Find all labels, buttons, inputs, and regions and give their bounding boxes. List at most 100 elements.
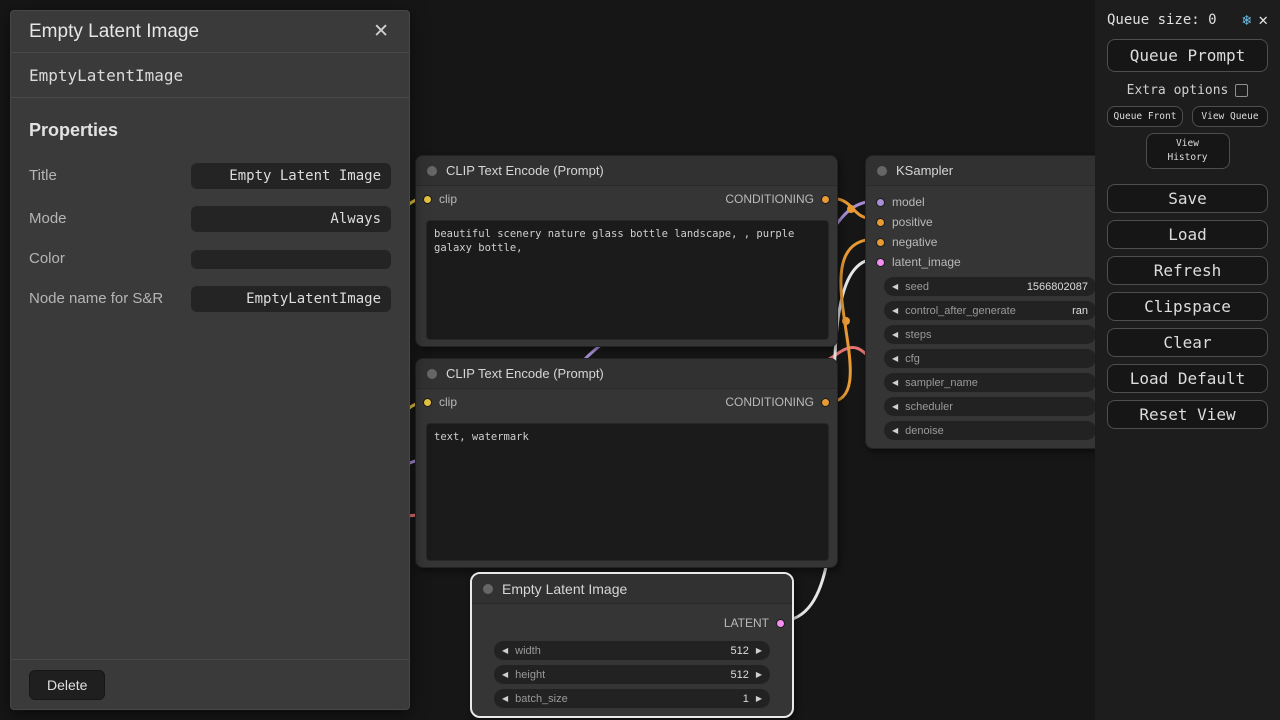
- decrement-icon[interactable]: ◀: [892, 403, 898, 411]
- dialog-title: Empty Latent Image: [29, 21, 367, 43]
- properties-section-title: Properties: [29, 120, 391, 141]
- collapse-dot-icon[interactable]: [877, 166, 887, 176]
- slot-row: clip CONDITIONING: [416, 389, 837, 415]
- increment-icon[interactable]: ▶: [756, 647, 762, 655]
- queue-front-button[interactable]: Queue Front: [1107, 106, 1183, 127]
- slot-label: LATENT: [724, 616, 769, 630]
- widget-steps[interactable]: ◀ steps: [884, 325, 1096, 344]
- decrement-icon[interactable]: ◀: [892, 379, 898, 387]
- negative-prompt-textarea[interactable]: text, watermark: [426, 423, 829, 561]
- slot-label: clip: [439, 192, 457, 206]
- widget-batch-size[interactable]: ◀ batch_size 1 ▶: [494, 689, 770, 708]
- reset-view-button[interactable]: Reset View: [1107, 400, 1268, 429]
- increment-icon[interactable]: ▶: [756, 671, 762, 679]
- node-class-name: EmptyLatentImage: [11, 53, 409, 98]
- input-dot-positive[interactable]: [876, 218, 885, 227]
- widget-denoise[interactable]: ◀ denoise: [884, 421, 1096, 440]
- widget-scheduler[interactable]: ◀ scheduler: [884, 397, 1096, 416]
- field-label: Title: [29, 166, 177, 186]
- input-slot-positive[interactable]: positive: [866, 212, 1114, 232]
- decrement-icon[interactable]: ◀: [892, 283, 898, 291]
- input-dot-clip[interactable]: [423, 195, 432, 204]
- slot-label: model: [892, 195, 925, 209]
- widget-name: width: [515, 645, 541, 657]
- decrement-icon[interactable]: ◀: [892, 427, 898, 435]
- widget-sampler-name[interactable]: ◀ sampler_name: [884, 373, 1096, 392]
- view-history-button[interactable]: View History: [1146, 133, 1230, 169]
- color-field[interactable]: [191, 250, 391, 269]
- output-dot-latent[interactable]: [776, 619, 785, 628]
- decrement-icon[interactable]: ◀: [892, 331, 898, 339]
- widget-value: 512: [730, 669, 748, 681]
- node-header[interactable]: Empty Latent Image: [472, 574, 792, 604]
- settings-snowflake-icon[interactable]: ❄: [1242, 11, 1251, 29]
- refresh-button[interactable]: Refresh: [1107, 256, 1268, 285]
- field-row-color: Color: [29, 249, 391, 269]
- input-dot-negative[interactable]: [876, 238, 885, 247]
- decrement-icon[interactable]: ◀: [502, 647, 508, 655]
- input-dot-latent-image[interactable]: [876, 258, 885, 267]
- node-header[interactable]: CLIP Text Encode (Prompt): [416, 359, 837, 389]
- widget-name: scheduler: [905, 401, 953, 413]
- view-queue-button[interactable]: View Queue: [1192, 106, 1268, 127]
- decrement-icon[interactable]: ◀: [892, 355, 898, 363]
- input-slot-clip[interactable]: clip: [423, 395, 457, 409]
- output-dot-conditioning[interactable]: [821, 398, 830, 407]
- positive-prompt-textarea[interactable]: beautiful scenery nature glass bottle la…: [426, 220, 829, 340]
- output-slot-latent[interactable]: LATENT: [472, 610, 792, 636]
- collapse-dot-icon[interactable]: [427, 369, 437, 379]
- queue-actions-row: Queue Front View Queue: [1107, 106, 1268, 127]
- load-default-button[interactable]: Load Default: [1107, 364, 1268, 393]
- collapse-dot-icon[interactable]: [427, 166, 437, 176]
- mode-field[interactable]: [191, 206, 391, 232]
- node-name-field[interactable]: [191, 286, 391, 312]
- menu-buttons: Save Load Refresh Clipspace Clear Load D…: [1107, 184, 1268, 429]
- widget-seed[interactable]: ◀ seed 1566802087: [884, 277, 1096, 296]
- save-button[interactable]: Save: [1107, 184, 1268, 213]
- close-icon[interactable]: ✕: [1258, 10, 1268, 29]
- widget-width[interactable]: ◀ width 512 ▶: [494, 641, 770, 660]
- field-row-mode: Mode: [29, 206, 391, 232]
- node-empty-latent-image[interactable]: Empty Latent Image LATENT ◀ width 512 ▶ …: [470, 572, 794, 718]
- node-header[interactable]: CLIP Text Encode (Prompt): [416, 156, 837, 186]
- input-slot-clip[interactable]: clip: [423, 192, 457, 206]
- close-icon[interactable]: ✕: [367, 18, 395, 45]
- input-dot-model[interactable]: [876, 198, 885, 207]
- queue-size-label: Queue size: 0: [1107, 12, 1235, 28]
- collapse-dot-icon[interactable]: [483, 584, 493, 594]
- field-label: Color: [29, 249, 177, 269]
- extra-options-checkbox[interactable]: [1235, 84, 1248, 97]
- node-properties-dialog: Empty Latent Image ✕ EmptyLatentImage Pr…: [10, 10, 410, 710]
- output-slot-conditioning[interactable]: CONDITIONING: [725, 192, 830, 206]
- load-button[interactable]: Load: [1107, 220, 1268, 249]
- node-clip-text-encode-negative[interactable]: CLIP Text Encode (Prompt) clip CONDITION…: [415, 358, 838, 568]
- input-dot-clip[interactable]: [423, 398, 432, 407]
- node-clip-text-encode-positive[interactable]: CLIP Text Encode (Prompt) clip CONDITION…: [415, 155, 838, 347]
- widget-control-after-generate[interactable]: ◀ control_after_generate ran: [884, 301, 1096, 320]
- field-label: Node name for S&R: [29, 289, 177, 309]
- delete-button[interactable]: Delete: [29, 670, 105, 700]
- widget-value: ran: [1072, 305, 1088, 317]
- input-slot-negative[interactable]: negative: [866, 232, 1114, 252]
- node-header[interactable]: KSampler: [866, 156, 1114, 186]
- clipspace-button[interactable]: Clipspace: [1107, 292, 1268, 321]
- node-ksampler[interactable]: KSampler model positive negative latent_…: [865, 155, 1115, 449]
- queue-prompt-button[interactable]: Queue Prompt: [1107, 39, 1268, 72]
- output-slot-conditioning[interactable]: CONDITIONING: [725, 395, 830, 409]
- widget-name: denoise: [905, 425, 944, 437]
- slot-label: CONDITIONING: [725, 395, 814, 409]
- widget-height[interactable]: ◀ height 512 ▶: [494, 665, 770, 684]
- decrement-icon[interactable]: ◀: [892, 307, 898, 315]
- extra-options-label: Extra options: [1127, 83, 1229, 98]
- clear-button[interactable]: Clear: [1107, 328, 1268, 357]
- increment-icon[interactable]: ▶: [756, 695, 762, 703]
- input-slot-latent-image[interactable]: latent_image: [866, 252, 1114, 272]
- widget-name: seed: [905, 281, 929, 293]
- title-field[interactable]: [191, 163, 391, 189]
- widget-name: steps: [905, 329, 931, 341]
- input-slot-model[interactable]: model: [866, 192, 1114, 212]
- output-dot-conditioning[interactable]: [821, 195, 830, 204]
- decrement-icon[interactable]: ◀: [502, 695, 508, 703]
- widget-cfg[interactable]: ◀ cfg: [884, 349, 1096, 368]
- decrement-icon[interactable]: ◀: [502, 671, 508, 679]
